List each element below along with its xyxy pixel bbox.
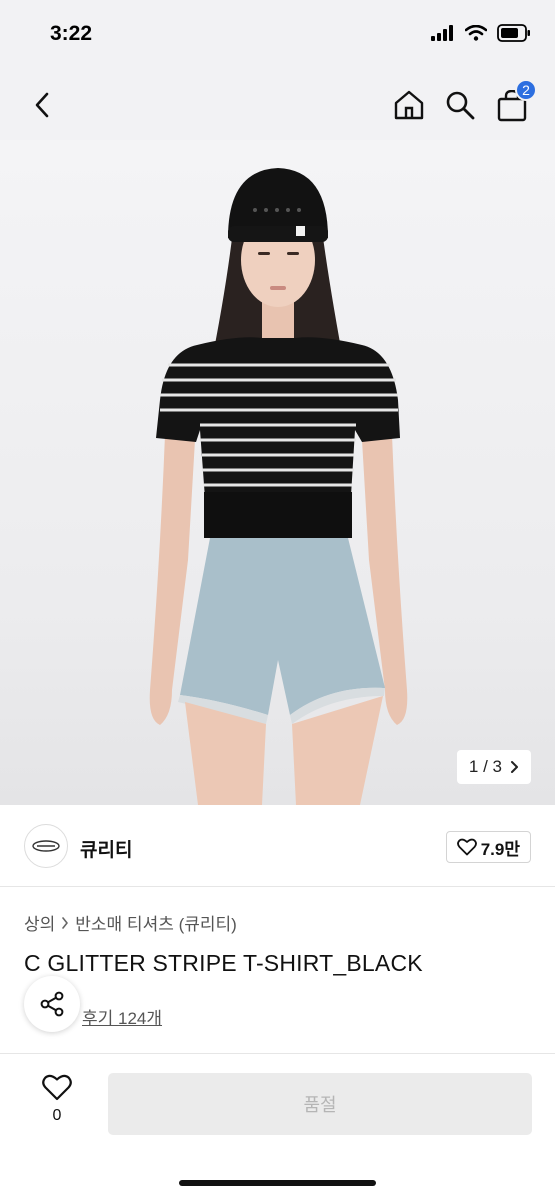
gallery-page-separator: / [483,757,488,776]
wishlist-button[interactable]: 0 [38,1074,76,1125]
brand-logo-mark [32,840,60,852]
home-icon [394,90,424,120]
gallery-page-indicator[interactable]: 1 / 3 [456,750,531,784]
status-bar: 3:22 [0,0,555,70]
nav-bar: 2 [0,70,555,140]
model-photo [149,168,408,805]
signal-icon [431,25,453,41]
back-arrow-icon [35,92,49,118]
status-icons [431,24,531,42]
breadcrumb-subcategory[interactable]: 반소매 티셔츠 (큐리티) [75,910,237,935]
heart-icon [456,838,477,856]
review-link[interactable]: 후기 124개 [82,1004,162,1029]
product-title: C GLITTER STRIPE T-SHIRT_BLACK [24,950,423,976]
sold-out-button[interactable]: 품절 [108,1073,532,1135]
back-button[interactable] [24,87,60,123]
gallery-current-page: 1 [468,757,479,776]
home-button[interactable] [391,87,427,123]
home-indicator [179,1180,376,1186]
wifi-icon [465,25,487,41]
gallery-total-pages: 3 [492,757,502,776]
heart-icon [42,1074,72,1101]
bottom-action-bar: 0 품절 [0,1053,555,1200]
brand-name[interactable]: 큐리티 [80,835,132,862]
chevron-right-icon [62,916,69,929]
chevron-right-icon [511,761,518,773]
status-time: 3:22 [50,22,93,45]
search-button[interactable] [442,87,478,123]
breadcrumb: 상의 반소매 티셔츠 (큐리티) [24,910,237,935]
product-image[interactable]: 1 / 3 [0,140,555,805]
cart-count-badge: 2 [515,79,537,101]
brand-row: 큐리티 7.9만 [0,805,555,887]
share-icon [40,991,64,1017]
breadcrumb-category[interactable]: 상의 [24,910,55,935]
cart-button[interactable]: 2 [495,79,537,123]
brand-logo[interactable] [24,824,68,868]
battery-icon [497,24,530,42]
brand-like-count: 7.9만 [480,839,520,859]
wishlist-count: 0 [52,1107,62,1124]
brand-like-button[interactable]: 7.9만 [445,831,531,863]
share-button[interactable] [24,976,80,1032]
search-icon [446,91,475,120]
